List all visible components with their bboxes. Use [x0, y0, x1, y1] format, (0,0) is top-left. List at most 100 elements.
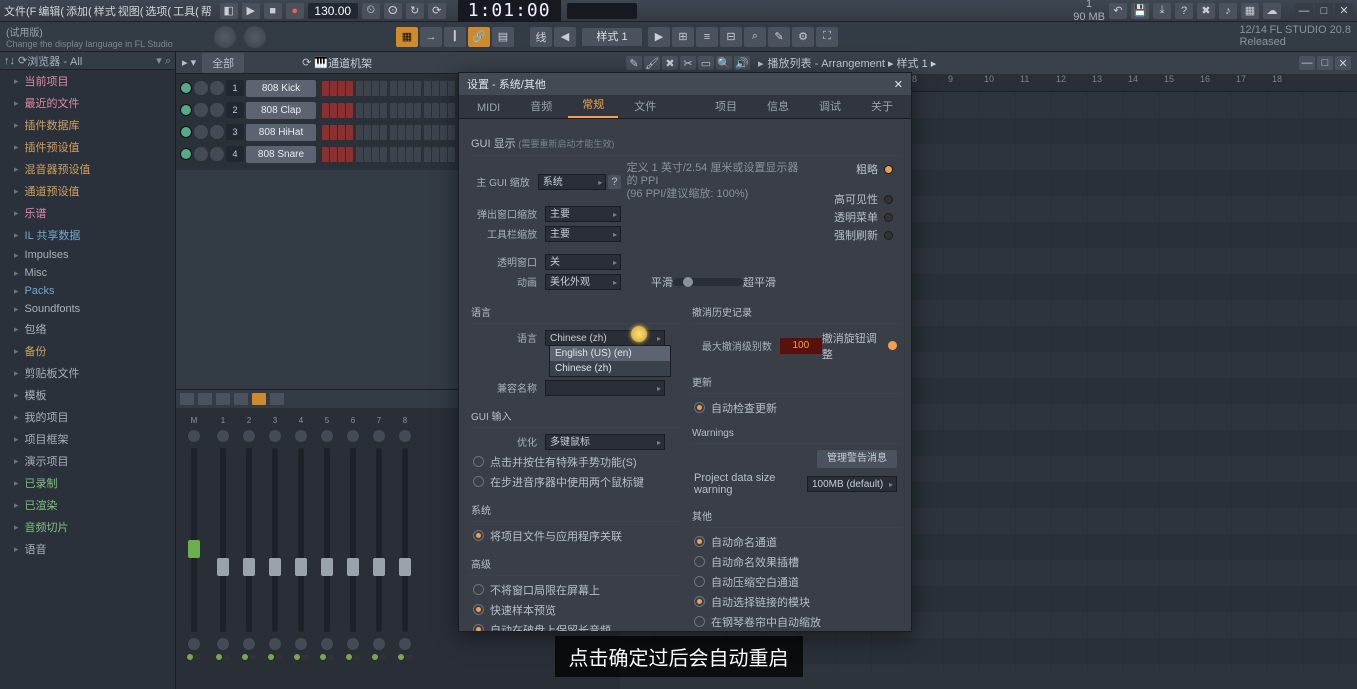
- channel-vol-knob[interactable]: [210, 103, 224, 117]
- tool-2-icon[interactable]: ≡: [696, 27, 718, 47]
- channel-num[interactable]: 2: [226, 102, 244, 118]
- settings-tab[interactable]: 文件: [620, 94, 670, 118]
- menu-view[interactable]: 视图(: [118, 1, 144, 21]
- step[interactable]: [398, 103, 405, 118]
- bar-number[interactable]: 8: [912, 74, 948, 91]
- step[interactable]: [414, 81, 421, 96]
- channel-pan-knob[interactable]: [194, 147, 208, 161]
- send-knob[interactable]: [243, 638, 255, 650]
- tool-6-icon[interactable]: ⚙: [792, 27, 814, 47]
- menu-pattern[interactable]: 样式: [94, 1, 116, 21]
- step[interactable]: [424, 103, 431, 118]
- step[interactable]: [432, 103, 439, 118]
- browser-item[interactable]: 已录制: [0, 472, 175, 494]
- toggle-radio[interactable]: [473, 624, 484, 631]
- bar-number[interactable]: 14: [1128, 74, 1164, 91]
- mixer-insert[interactable]: 4: [288, 412, 314, 664]
- step[interactable]: [380, 81, 387, 96]
- tool-7-icon[interactable]: ⛶: [816, 27, 838, 47]
- step[interactable]: [322, 125, 329, 140]
- step-sequence[interactable]: [320, 81, 455, 96]
- mixer-insert[interactable]: 2: [236, 412, 262, 664]
- settings-tab[interactable]: 音频: [516, 94, 566, 118]
- popup-scale-select[interactable]: 主要: [545, 206, 621, 222]
- pl-max[interactable]: □: [1317, 56, 1333, 70]
- step[interactable]: [372, 81, 379, 96]
- info-icon[interactable]: ?: [1175, 3, 1193, 19]
- tool-4-icon[interactable]: ⌕: [744, 27, 766, 47]
- pan-knob[interactable]: [399, 430, 411, 442]
- compat-name-select[interactable]: [545, 380, 665, 396]
- step[interactable]: [398, 147, 405, 162]
- step[interactable]: [330, 125, 337, 140]
- tool-5-icon[interactable]: ✎: [768, 27, 790, 47]
- autocheck-radio[interactable]: [694, 402, 705, 413]
- step[interactable]: [380, 103, 387, 118]
- play-button[interactable]: ▶: [242, 3, 260, 19]
- send-knob[interactable]: [321, 638, 333, 650]
- send-knob[interactable]: [399, 638, 411, 650]
- channel-led[interactable]: [180, 104, 192, 116]
- snap-icon[interactable]: 线: [530, 27, 552, 47]
- channel-num[interactable]: 3: [226, 124, 244, 140]
- step[interactable]: [322, 103, 329, 118]
- channel-label[interactable]: 808 HiHat: [246, 124, 316, 141]
- menu-tools[interactable]: 工具(: [173, 1, 199, 21]
- pan-knob[interactable]: [243, 430, 255, 442]
- clickhold-radio[interactable]: [473, 456, 484, 467]
- settings-tab[interactable]: MIDI: [463, 98, 514, 118]
- step[interactable]: [390, 81, 397, 96]
- menu-help[interactable]: 帮: [201, 1, 212, 21]
- step[interactable]: [380, 125, 387, 140]
- step[interactable]: [406, 103, 413, 118]
- projdata-warn-select[interactable]: 100MB (default): [807, 476, 897, 492]
- toggle-radio[interactable]: [694, 556, 705, 567]
- mixer-master[interactable]: M: [178, 412, 210, 664]
- step[interactable]: [448, 147, 455, 162]
- hivis-led[interactable]: [884, 195, 893, 204]
- other-toggle[interactable]: 自动选择链接的模块: [690, 592, 901, 612]
- pl-tool-cut[interactable]: ✂: [680, 56, 696, 70]
- fader[interactable]: [191, 448, 197, 632]
- view-channel-icon[interactable]: ⎹⎸: [444, 27, 466, 47]
- playlist-header[interactable]: ✎ 🖌 ✖ ✂ ▭ 🔍 🔊 ▸ 播放列表 - Arrangement ▸ 样式 …: [620, 52, 1357, 74]
- loop-icon[interactable]: ⟳: [428, 3, 446, 19]
- main-volume-knob[interactable]: [214, 26, 236, 48]
- mixer-insert[interactable]: 7: [366, 412, 392, 664]
- toggle-radio[interactable]: [694, 616, 705, 627]
- step[interactable]: [424, 81, 431, 96]
- browser-item[interactable]: 包络: [0, 318, 175, 340]
- step[interactable]: [380, 147, 387, 162]
- mixer-insert[interactable]: 5: [314, 412, 340, 664]
- bar-number[interactable]: 13: [1092, 74, 1128, 91]
- channel-led[interactable]: [180, 126, 192, 138]
- forcerefresh-led[interactable]: [884, 231, 893, 240]
- menu-edit[interactable]: 编辑(: [38, 1, 64, 21]
- advanced-toggle[interactable]: 自动在破盘上保留长音频: [469, 620, 680, 631]
- main-pitch-knob[interactable]: [244, 26, 266, 48]
- step[interactable]: [406, 125, 413, 140]
- channel-led[interactable]: [180, 82, 192, 94]
- toggle-radio[interactable]: [473, 604, 484, 615]
- browser-item[interactable]: Packs: [0, 282, 175, 300]
- step[interactable]: [414, 147, 421, 162]
- view-playlist-icon[interactable]: ▦: [396, 27, 418, 47]
- lang-opt-en[interactable]: English (US) (en): [550, 346, 670, 361]
- send-knob[interactable]: [217, 638, 229, 650]
- fader[interactable]: [298, 448, 304, 632]
- pan-knob[interactable]: [373, 430, 385, 442]
- step[interactable]: [414, 125, 421, 140]
- step[interactable]: [346, 125, 353, 140]
- channel-label[interactable]: 808 Clap: [246, 102, 316, 119]
- step[interactable]: [398, 125, 405, 140]
- pan-knob[interactable]: [295, 430, 307, 442]
- browser-item[interactable]: 模板: [0, 384, 175, 406]
- other-toggle[interactable]: 自动命名效果插槽: [690, 552, 901, 572]
- browser-item[interactable]: Misc: [0, 264, 175, 282]
- send-knob[interactable]: [347, 638, 359, 650]
- menu-file[interactable]: 文件(F: [4, 1, 36, 21]
- undo-icon[interactable]: ↶: [1109, 3, 1127, 19]
- step[interactable]: [440, 147, 447, 162]
- pan-knob[interactable]: [347, 430, 359, 442]
- step[interactable]: [356, 125, 363, 140]
